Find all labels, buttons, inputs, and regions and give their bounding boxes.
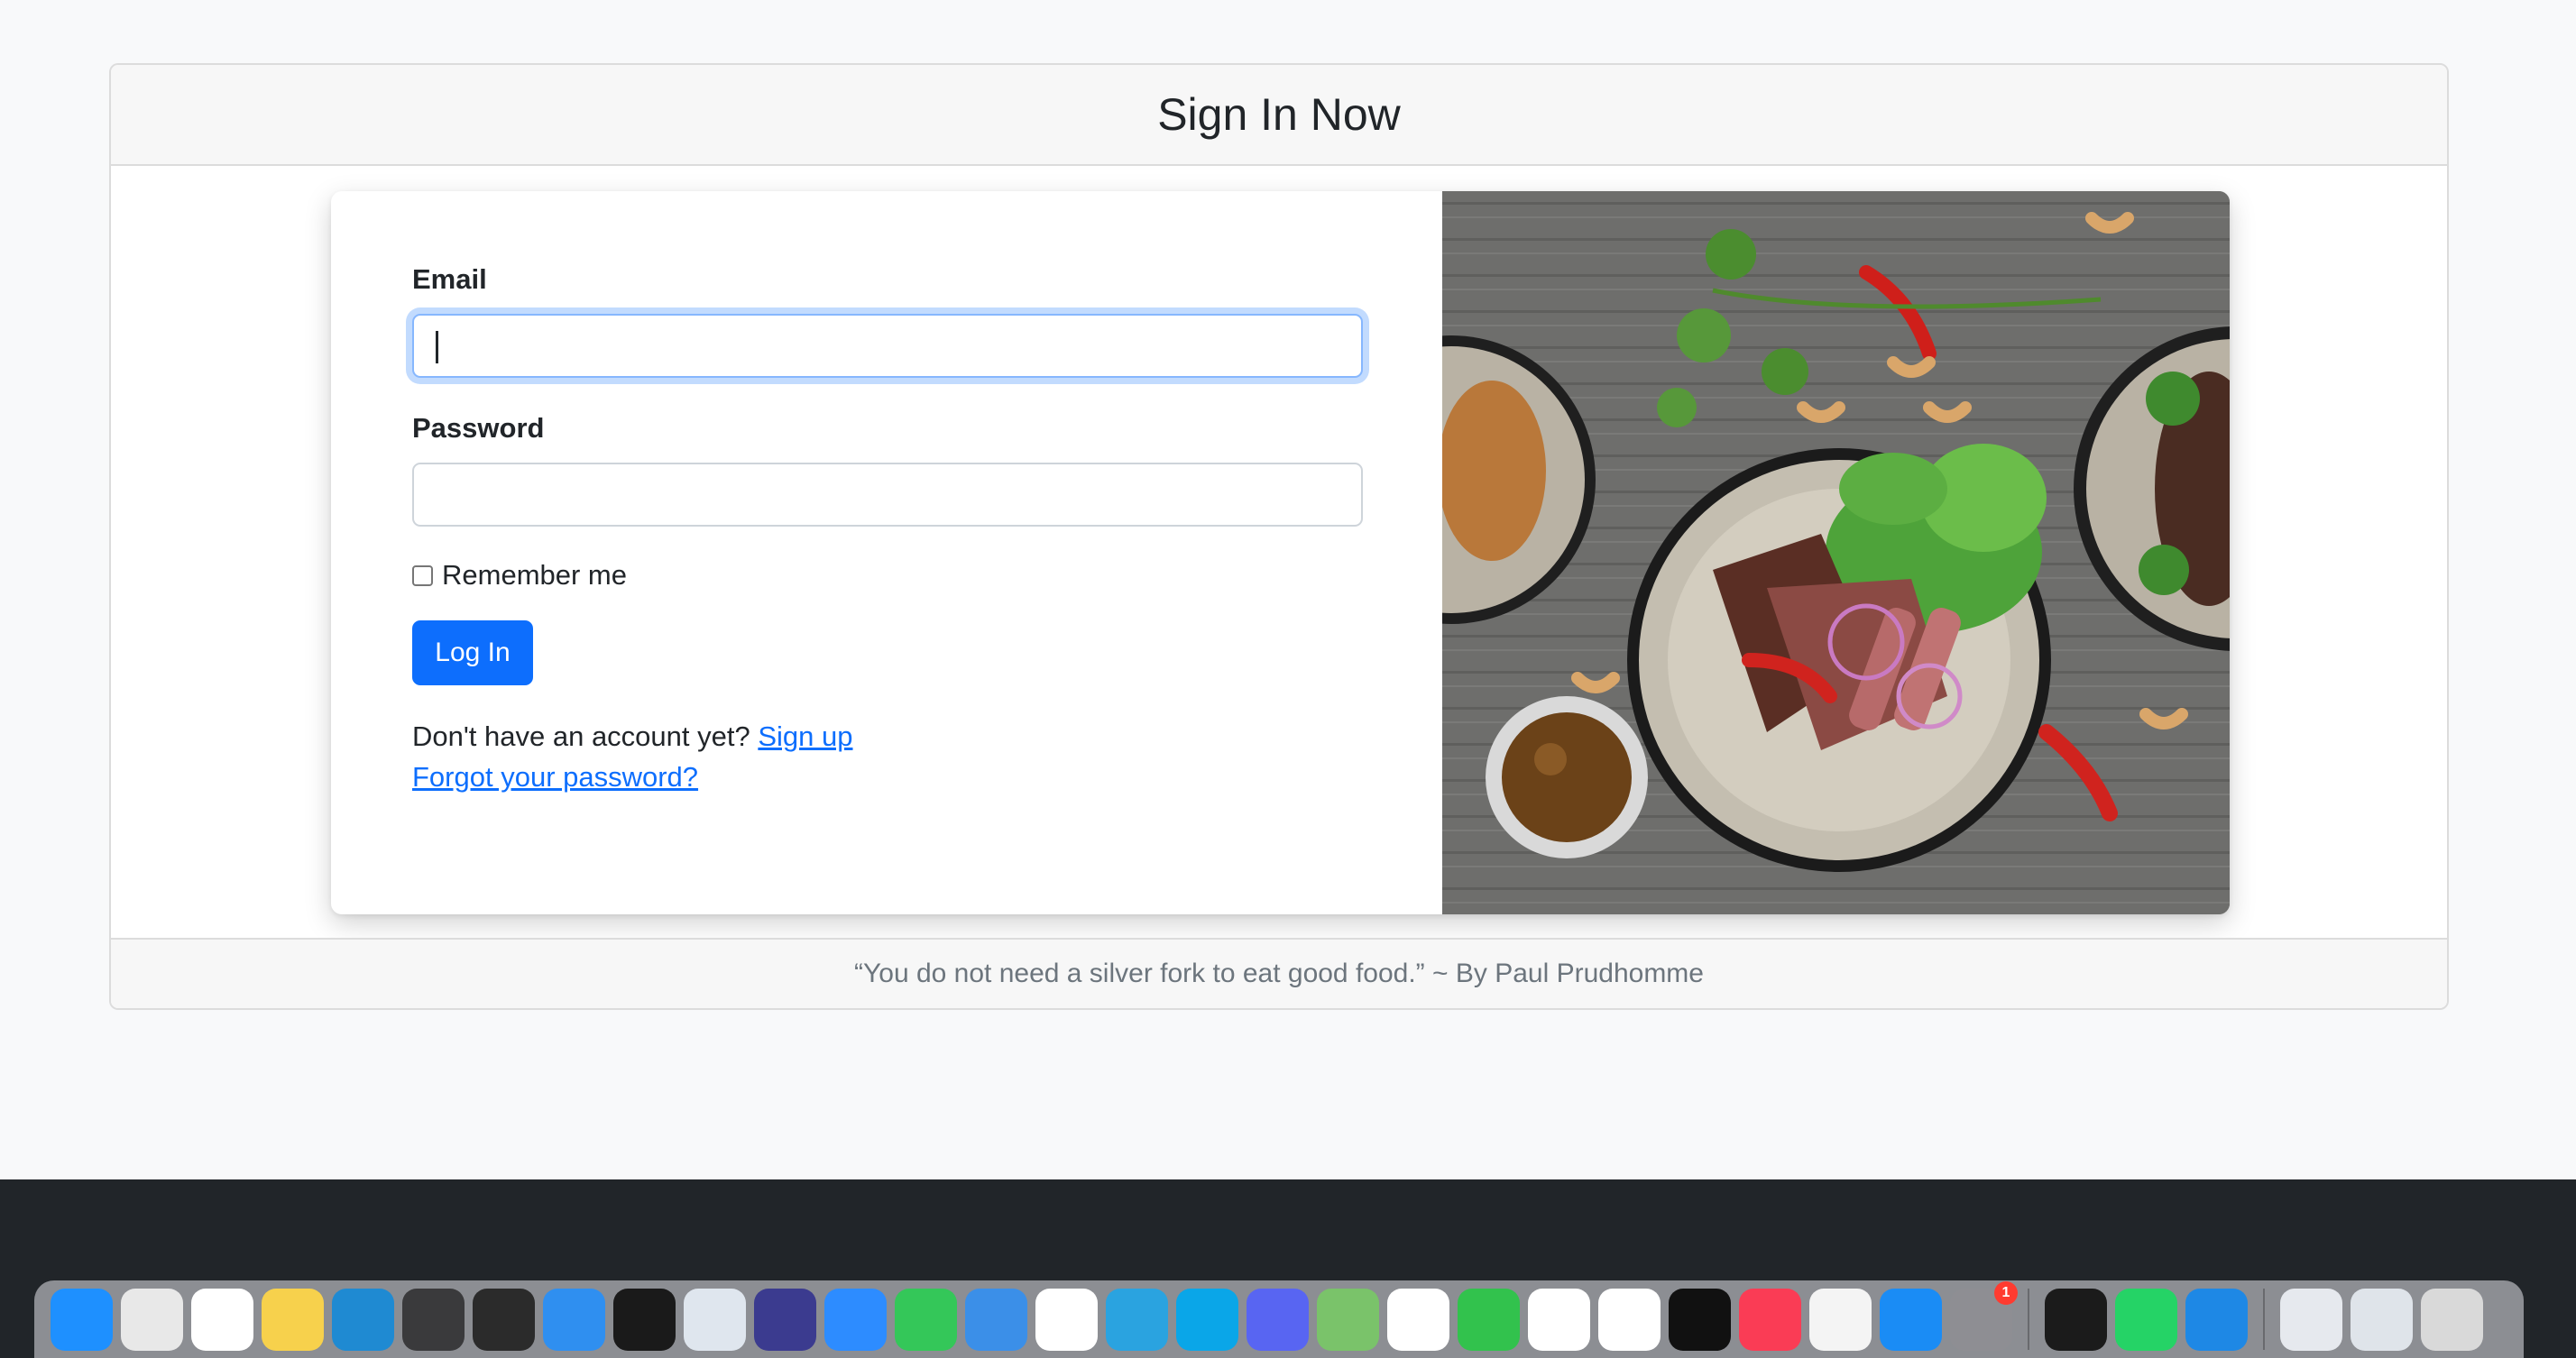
login-button[interactable]: Log In <box>412 620 533 685</box>
account-links: Don't have an account yet? Sign up Forgo… <box>412 716 1363 797</box>
photos-icon[interactable] <box>1387 1288 1449 1351</box>
chrome-icon[interactable] <box>191 1288 253 1351</box>
forgot-password-link[interactable]: Forgot your password? <box>412 761 698 793</box>
pixelmator-icon[interactable] <box>754 1288 816 1351</box>
discord-icon[interactable] <box>1247 1288 1309 1351</box>
email-field[interactable] <box>412 314 1363 378</box>
email-label: Email <box>412 263 487 295</box>
notification-badge: 1 <box>1994 1280 2018 1305</box>
postgres-icon[interactable] <box>684 1288 746 1351</box>
iterm-icon[interactable] <box>613 1288 676 1351</box>
screenshot-folder-icon[interactable] <box>2351 1288 2413 1351</box>
launchpad-icon[interactable] <box>121 1288 183 1351</box>
remember-label[interactable]: Remember me <box>442 559 627 592</box>
safari-icon[interactable] <box>543 1288 605 1351</box>
footer-quote: “You do not need a silver fork to eat go… <box>854 959 1704 988</box>
page-title: Sign In Now <box>1157 89 1401 140</box>
appletv-icon[interactable] <box>1669 1288 1731 1351</box>
trash-icon[interactable] <box>2421 1288 2483 1351</box>
keyboard-viewer-icon[interactable] <box>2280 1288 2342 1351</box>
remember-checkbox[interactable] <box>412 564 433 586</box>
news-icon[interactable] <box>1809 1288 1872 1351</box>
dock-separator <box>2028 1289 2029 1350</box>
food-photo <box>1442 191 2230 914</box>
calendar-icon[interactable] <box>1528 1288 1590 1351</box>
card-footer: “You do not need a silver fork to eat go… <box>111 938 2447 1008</box>
quicktime-icon[interactable] <box>402 1288 465 1351</box>
teamviewer-icon[interactable] <box>2185 1288 2248 1351</box>
signin-panel: Email Password Remember me Log In Don't … <box>331 191 2230 914</box>
zoom-icon[interactable] <box>824 1288 887 1351</box>
password-label: Password <box>412 412 545 444</box>
signup-prompt: Don't have an account yet? <box>412 720 750 752</box>
messages-icon[interactable] <box>895 1288 957 1351</box>
dock-separator <box>2263 1289 2265 1350</box>
card-header: Sign In Now <box>111 65 2447 166</box>
maps-icon[interactable] <box>1317 1288 1379 1351</box>
signup-link[interactable]: Sign up <box>758 720 852 752</box>
telegram-icon[interactable] <box>1106 1288 1168 1351</box>
music-icon[interactable] <box>1739 1288 1801 1351</box>
settings-icon[interactable]: 1 <box>1950 1280 2018 1351</box>
food-illustration <box>1442 191 2230 914</box>
vscode-icon[interactable] <box>332 1288 394 1351</box>
password-field[interactable] <box>412 463 1363 527</box>
mail-icon[interactable] <box>965 1288 1027 1351</box>
login-form: Email Password Remember me Log In Don't … <box>412 263 1363 797</box>
webstorm-icon[interactable] <box>2045 1288 2107 1351</box>
finder-icon[interactable] <box>51 1288 113 1351</box>
slack-icon[interactable] <box>1035 1288 1098 1351</box>
signin-card: Sign In Now Email Password Remember me L… <box>109 63 2449 1010</box>
appstore-icon[interactable] <box>1880 1288 1942 1351</box>
terminal-icon[interactable] <box>473 1288 535 1351</box>
reminders-icon[interactable] <box>1598 1288 1661 1351</box>
skype-icon[interactable] <box>1176 1288 1238 1351</box>
whatsapp-icon[interactable] <box>2115 1288 2177 1351</box>
text-caret <box>436 331 438 363</box>
facetime-icon[interactable] <box>1458 1288 1520 1351</box>
remember-row: Remember me <box>412 559 1363 592</box>
macos-dock: 1 <box>34 1280 2524 1358</box>
notes-icon[interactable] <box>262 1288 324 1351</box>
